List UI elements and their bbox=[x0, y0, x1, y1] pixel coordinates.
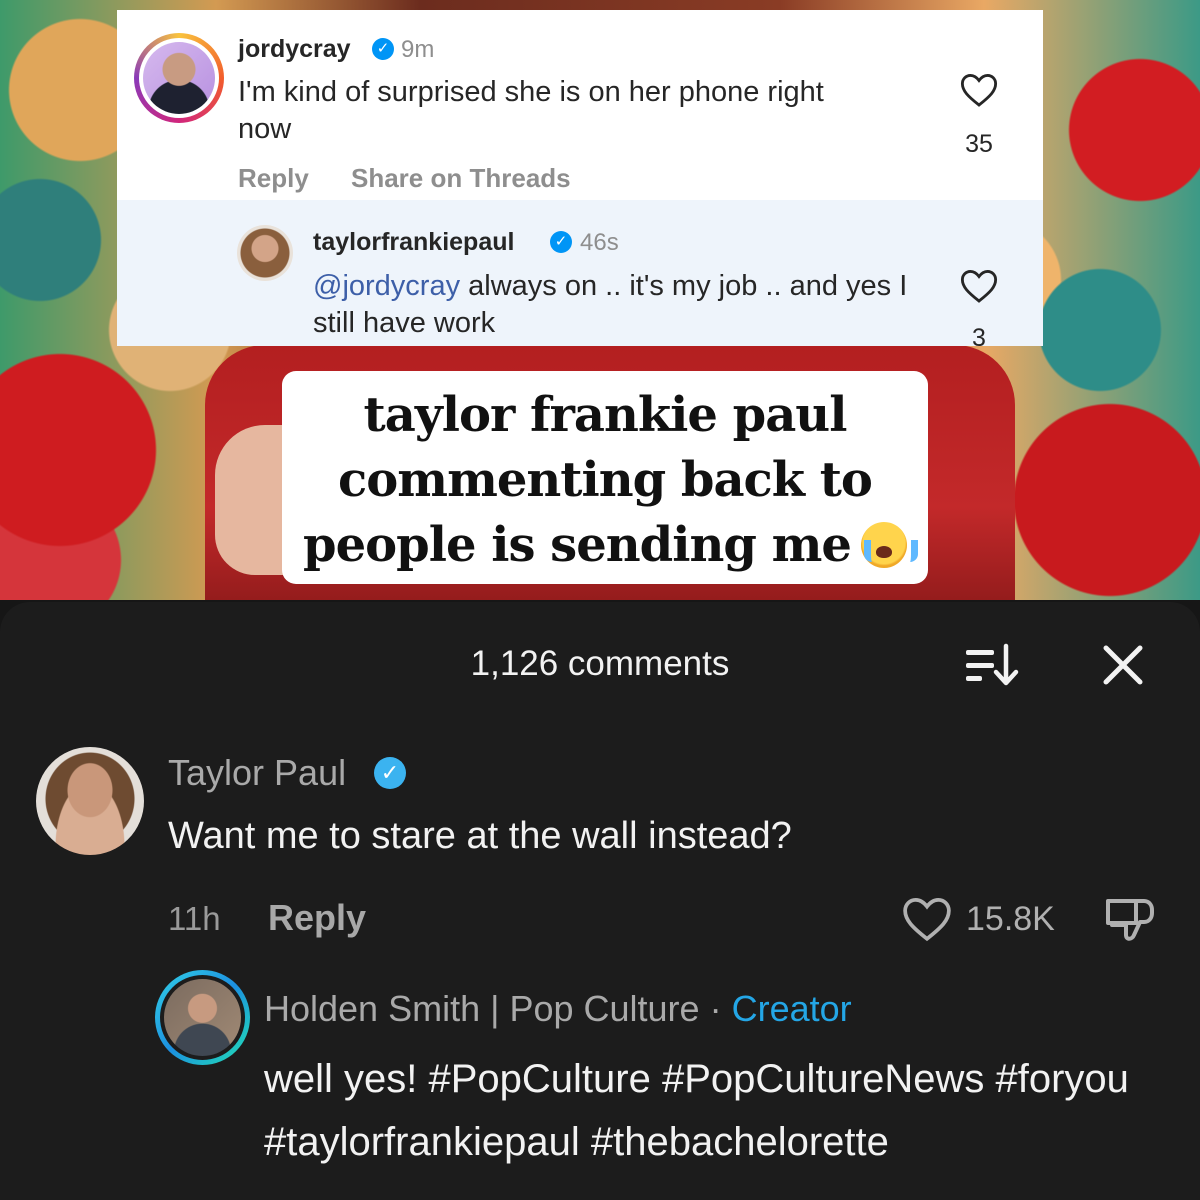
reply-author-name[interactable]: Holden Smith | Pop Culture bbox=[264, 988, 700, 1029]
jordycray-avatar bbox=[134, 33, 224, 123]
reply-comment-text: well yes! #PopCulture #PopCultureNews #f… bbox=[264, 1057, 1129, 1164]
loudly-crying-emoji-icon bbox=[860, 521, 918, 568]
close-icon[interactable] bbox=[1100, 642, 1146, 688]
verified-badge-icon: ✓ bbox=[374, 757, 406, 789]
share-on-threads-button[interactable]: Share on Threads bbox=[351, 163, 571, 194]
reply-time: 46s bbox=[580, 229, 619, 256]
heart-icon[interactable] bbox=[960, 72, 998, 108]
caption-line-2: commenting back to bbox=[338, 452, 873, 508]
comment-author-name[interactable]: Taylor Paul bbox=[168, 752, 346, 794]
reply-button[interactable]: Reply bbox=[268, 897, 366, 939]
reply-username: taylorfrankiepaul bbox=[313, 228, 515, 256]
comment-like-count: 35 bbox=[965, 130, 993, 158]
verified-badge-icon: ✓ bbox=[550, 231, 572, 253]
caption-line-1: taylor frankie paul bbox=[363, 387, 848, 443]
comments-count-title: 1,126 comments bbox=[470, 644, 730, 683]
reply-text: @jordycray always on .. it's my job .. a… bbox=[313, 268, 933, 342]
verified-badge-icon: ✓ bbox=[372, 38, 394, 60]
caption-line-3: people is sending me bbox=[282, 517, 928, 573]
mention-link[interactable]: @jordycray bbox=[313, 270, 460, 302]
heart-icon[interactable] bbox=[960, 268, 998, 304]
creator-avatar[interactable] bbox=[155, 970, 250, 1065]
creator-badge: Creator bbox=[731, 988, 852, 1029]
reply-button[interactable]: Reply bbox=[238, 163, 309, 194]
heart-icon[interactable] bbox=[902, 896, 952, 942]
comment-time: 11h bbox=[168, 900, 221, 937]
video-caption: taylor frankie paul commenting back to p… bbox=[282, 371, 928, 584]
taylorfrankiepaul-avatar bbox=[237, 225, 293, 281]
comments-sheet: 1,126 comments Taylor Paul ✓ Want me to … bbox=[0, 602, 1200, 1200]
avatar[interactable] bbox=[36, 747, 144, 855]
like-count: 15.8K bbox=[966, 900, 1055, 938]
comment-time: 9m bbox=[401, 36, 435, 63]
reply-like-count: 3 bbox=[972, 324, 986, 352]
reply-author-line: Holden Smith | Pop Culture · Creator bbox=[264, 988, 852, 1030]
sort-icon[interactable] bbox=[962, 642, 1020, 690]
comment-text: I'm kind of surprised she is on her phon… bbox=[238, 76, 824, 145]
dislike-icon[interactable] bbox=[1102, 895, 1156, 945]
instagram-comment-screenshot: jordycray ✓ 9m I'm kind of surprised she… bbox=[117, 10, 1043, 352]
comment-text: Want me to stare at the wall instead? bbox=[168, 815, 792, 857]
comment-username: jordycray bbox=[238, 35, 351, 63]
separator-dot: · bbox=[699, 988, 732, 1029]
caption-line-3-text: people is sending me bbox=[303, 517, 852, 573]
video-frame[interactable]: jordycray ✓ 9m I'm kind of surprised she… bbox=[0, 0, 1200, 600]
